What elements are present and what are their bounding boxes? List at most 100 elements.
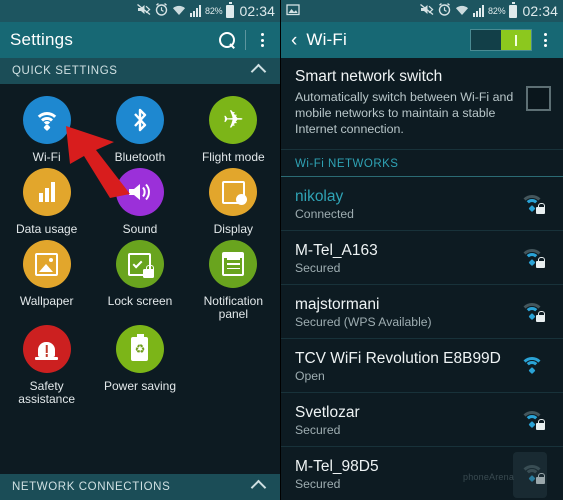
settings-action-bar: Settings xyxy=(0,22,280,58)
screenshot-icon xyxy=(286,3,300,19)
network-ssid: Svetlozar xyxy=(295,403,360,421)
safety-alert-icon[interactable] xyxy=(22,325,71,373)
display-square xyxy=(221,180,247,205)
page-title: Wi-Fi xyxy=(306,30,347,49)
section-label: NETWORK CONNECTIONS xyxy=(12,481,171,493)
signal-secured-icon xyxy=(519,300,551,324)
lock-icon xyxy=(536,257,545,268)
smart-switch-description: Automatically switch between Wi-Fi and m… xyxy=(295,90,514,136)
network-ssid: majstormani xyxy=(295,295,380,313)
network-row-majstormani[interactable]: majstormani Secured (WPS Available) xyxy=(281,285,563,339)
network-state: Secured xyxy=(295,260,341,275)
section-header-network-connections[interactable]: NETWORK CONNECTIONS xyxy=(0,474,280,500)
network-row-tcv-wifi-revolution[interactable]: TCV WiFi Revolution E8B99D Open xyxy=(281,339,563,393)
network-text: M-Tel_A163 Secured xyxy=(295,241,521,275)
wifi-settings-screen: 82% 02:34 ‹ Wi-Fi Smart network switch A… xyxy=(281,0,563,500)
page-title: Settings xyxy=(10,30,74,49)
tile-data-usage[interactable]: Data usage xyxy=(0,168,93,236)
recycle-icon: ♻ xyxy=(134,342,146,356)
status-bar-icons: 82% 02:34 xyxy=(137,2,275,19)
status-bar-clock: 02:34 xyxy=(522,3,558,19)
battery-percent: 82% xyxy=(488,6,506,16)
brightness-icon[interactable] xyxy=(209,168,258,216)
section-label: QUICK SETTINGS xyxy=(12,65,118,77)
wifi-status-icon xyxy=(455,4,469,19)
signal-icon xyxy=(473,5,485,17)
battery-icon xyxy=(509,2,518,18)
status-bar-right: 82% 02:34 xyxy=(281,0,563,22)
tile-label: Lock screen xyxy=(107,294,173,308)
network-ssid: TCV WiFi Revolution E8B99D xyxy=(295,349,501,367)
smart-network-switch-row[interactable]: Smart network switch Automatically switc… xyxy=(281,58,563,150)
tile-label: Safety assistance xyxy=(18,379,75,406)
signal-secured-icon xyxy=(519,192,551,216)
wifi-icon[interactable] xyxy=(22,96,71,144)
tile-label: Display xyxy=(213,222,253,236)
tile-lock-screen[interactable]: Lock screen xyxy=(93,240,186,321)
more-options-icon[interactable] xyxy=(538,31,553,49)
tile-sound[interactable]: Sound xyxy=(93,168,186,236)
lock-icon xyxy=(536,203,545,214)
toggle-on-half xyxy=(501,30,531,50)
lock-icon xyxy=(536,311,545,322)
tile-label: Sound xyxy=(122,222,158,236)
signal-secured-icon xyxy=(519,462,551,486)
tile-power-saving[interactable]: ♻ Power saving xyxy=(93,325,186,406)
bar-chart-icon[interactable] xyxy=(22,168,71,216)
chevron-up-icon[interactable] xyxy=(250,63,267,79)
wifi-toggle-switch[interactable] xyxy=(470,29,532,51)
tile-safety-assistance[interactable]: Safety assistance xyxy=(0,325,93,406)
network-ssid: nikolay xyxy=(295,187,344,205)
more-options-icon[interactable] xyxy=(255,31,270,49)
network-row-nikolay[interactable]: nikolay Connected xyxy=(281,177,563,231)
signal-open-icon xyxy=(519,354,551,378)
network-state: Open xyxy=(295,368,325,383)
status-bar-clock: 02:34 xyxy=(239,3,275,19)
notification-panel-icon[interactable] xyxy=(209,240,258,288)
network-text: Svetlozar Secured xyxy=(295,403,521,437)
section-header-quick-settings[interactable]: QUICK SETTINGS xyxy=(0,58,280,84)
alert-bell xyxy=(35,341,59,360)
image-icon[interactable] xyxy=(22,240,71,288)
bluetooth-icon[interactable] xyxy=(115,96,164,144)
network-row-m-tel-a163[interactable]: M-Tel_A163 Secured xyxy=(281,231,563,285)
network-ssid: M-Tel_98D5 xyxy=(295,457,379,475)
status-bar-icons: 82% 02:34 xyxy=(420,2,558,19)
smart-switch-checkbox[interactable] xyxy=(526,86,551,111)
network-text: nikolay Connected xyxy=(295,187,521,221)
wifi-status-icon xyxy=(172,4,186,19)
tile-wifi[interactable]: Wi-Fi xyxy=(0,96,93,164)
battery-recycle-icon[interactable]: ♻ xyxy=(115,325,164,373)
mute-icon xyxy=(137,3,151,19)
lock-screen-icon[interactable] xyxy=(115,240,164,288)
panel-lines xyxy=(222,252,245,276)
tile-flight-mode[interactable]: ✈ Flight mode xyxy=(187,96,280,164)
dual-screenshot-container: 82% 02:34 Settings QUICK SETTINGS Wi-Fi xyxy=(0,0,563,500)
tile-label: Flight mode xyxy=(201,150,265,164)
quick-settings-grid: Wi-Fi Bluetooth ✈ Flight mode Data usage xyxy=(0,84,280,406)
network-row-m-tel-98d5[interactable]: M-Tel_98D5 Secured xyxy=(281,447,563,500)
lock-square xyxy=(128,252,155,278)
tile-label: Wallpaper xyxy=(19,294,74,308)
toggle-off-half xyxy=(471,30,501,50)
alarm-icon xyxy=(438,3,451,19)
network-ssid: M-Tel_A163 xyxy=(295,241,378,259)
speaker-icon[interactable] xyxy=(115,168,164,216)
tile-wallpaper[interactable]: Wallpaper xyxy=(0,240,93,321)
network-text: majstormani Secured (WPS Available) xyxy=(295,295,521,329)
tile-display[interactable]: Display xyxy=(187,168,280,236)
battery-percent: 82% xyxy=(205,6,223,16)
mute-icon xyxy=(420,3,434,19)
picture-frame xyxy=(35,252,59,276)
lock-icon xyxy=(143,264,155,278)
wifi-action-bar: ‹ Wi-Fi xyxy=(281,22,563,58)
brightness-badge xyxy=(235,193,247,205)
airplane-icon[interactable]: ✈ xyxy=(209,96,258,144)
back-chevron-icon[interactable]: ‹ xyxy=(291,31,297,50)
tile-notification-panel[interactable]: Notification panel xyxy=(187,240,280,321)
network-row-svetlozar[interactable]: Svetlozar Secured xyxy=(281,393,563,447)
search-icon[interactable] xyxy=(219,31,236,49)
chevron-up-icon[interactable] xyxy=(250,479,267,495)
smart-switch-title: Smart network switch xyxy=(295,68,443,85)
tile-bluetooth[interactable]: Bluetooth xyxy=(93,96,186,164)
